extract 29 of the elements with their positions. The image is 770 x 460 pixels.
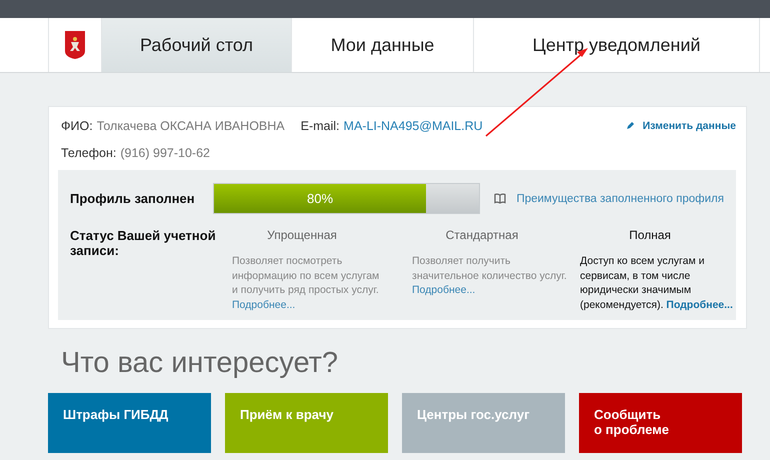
status-level-description: Позволяет получить значительное количество услуг. Подробнее... — [412, 254, 568, 298]
nav-tab[interactable]: Рабочий стол — [102, 18, 292, 72]
progress-reading: 80% — [306, 190, 334, 208]
fio-value: Толкачева ОКСАНА ИВАНОВНА — [96, 119, 285, 133]
account-status-label: Статус Вашей учетной записи: — [70, 228, 217, 260]
profile-filled-label: Профиль заполнен — [70, 191, 196, 206]
phone-value: (916) 997-10-62 — [120, 146, 210, 160]
status-level-description: Доступ ко всем услугам и сервисам, в том числе юридически значимым (рекомендуется). Подробнее... — [580, 254, 734, 312]
status-level-description: Позволяет посмотреть информацию по всем услугам и получить ряд простых услуг. Подробнее... — [232, 254, 380, 312]
section-heading: Что вас интересует? — [61, 347, 340, 379]
status-level-name: Полная — [628, 228, 672, 242]
phone-label: Телефон: — [61, 146, 116, 160]
service-tile[interactable]: Сообщить о проблеме — [579, 393, 742, 453]
more-link[interactable]: Подробнее... — [232, 298, 296, 310]
service-tile[interactable]: Штрафы ГИБДД — [48, 393, 211, 453]
fio-label: ФИО: — [61, 119, 93, 133]
status-level-name: Упрощенная — [266, 228, 338, 242]
logo-icon[interactable] — [48, 18, 102, 72]
more-link[interactable]: Подробнее... — [666, 298, 733, 310]
service-tile[interactable]: Приём к врачу — [225, 393, 388, 453]
pencil-icon — [626, 121, 635, 130]
edit-data-link[interactable]: Изменить данные — [642, 120, 736, 132]
status-level-name: Стандартная — [444, 228, 520, 242]
email-label: E-mail: — [300, 119, 340, 133]
profile-benefits-link[interactable]: Преимущества заполненного профиля — [516, 192, 724, 204]
nav-tab[interactable]: Мои данные — [292, 18, 474, 72]
email-link[interactable]: MA-LI-NA495@MAIL.RU — [344, 119, 483, 133]
more-link[interactable]: Подробнее... — [412, 284, 476, 296]
book-icon — [494, 193, 506, 204]
